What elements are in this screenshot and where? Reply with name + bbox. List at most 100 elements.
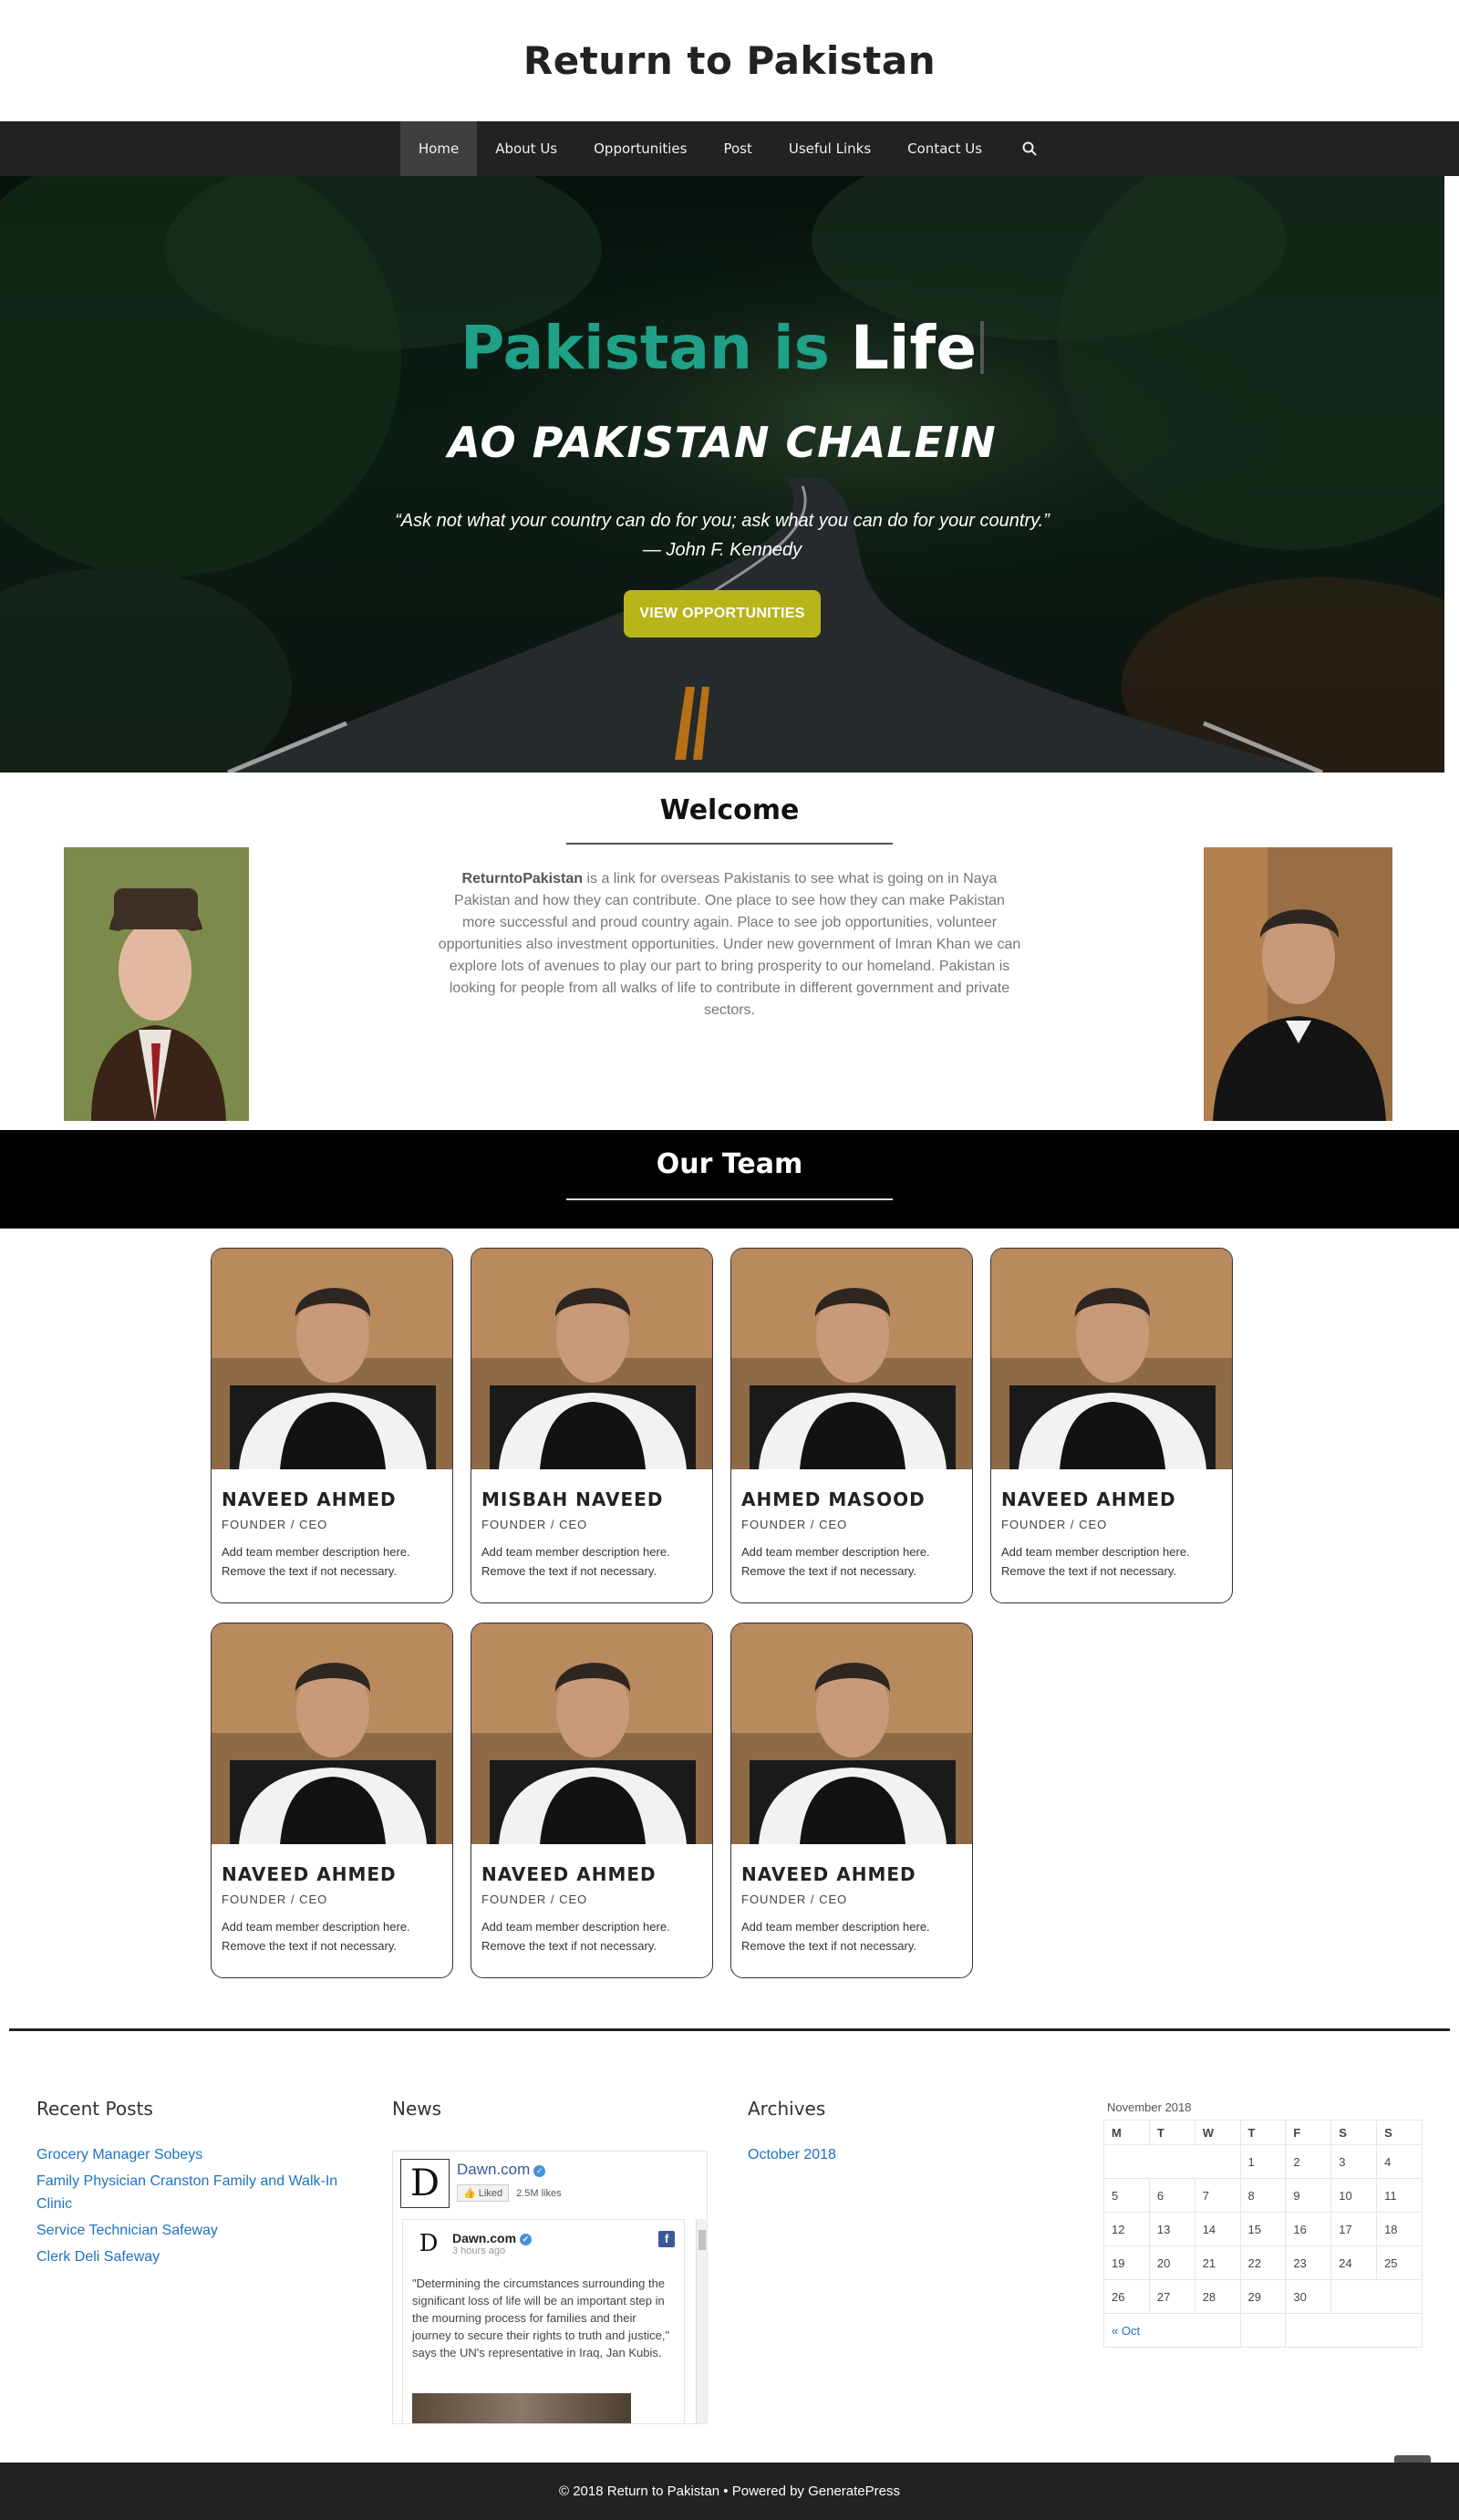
- calendar-day-header: T: [1148, 2120, 1195, 2145]
- team-member-description: Add team member description here. Remove…: [1001, 1545, 1190, 1578]
- hero-road-background-image: [0, 176, 1444, 773]
- team-member-name: NAVEED AHMED: [222, 1863, 397, 1885]
- calendar-day: 30: [1285, 2279, 1332, 2314]
- team-card[interactable]: NAVEED AHMED FOUNDER / CEO Add team memb…: [471, 1623, 713, 1978]
- footer-divider: [9, 2028, 1450, 2031]
- welcome-brand: ReturntoPakistan: [461, 871, 583, 887]
- calendar-day: 16: [1285, 2212, 1332, 2246]
- team-card[interactable]: AHMED MASOOD FOUNDER / CEO Add team memb…: [730, 1248, 973, 1603]
- typing-cursor: [980, 321, 985, 374]
- calendar-pad: [1285, 2313, 1423, 2348]
- jinnah-portrait-image: [64, 847, 249, 1121]
- hero-quote-text: “Ask not what your country can do for yo…: [395, 511, 1050, 531]
- team-member-description: Add team member description here. Remove…: [481, 1920, 670, 1953]
- team-member-name: NAVEED AHMED: [1001, 1488, 1176, 1510]
- team-card[interactable]: NAVEED AHMED FOUNDER / CEO Add team memb…: [211, 1623, 453, 1978]
- calendar-day: 28: [1194, 2279, 1241, 2314]
- calendar-day: 1: [1239, 2144, 1287, 2179]
- fb-scrollbar-thumb[interactable]: [698, 2230, 706, 2250]
- calendar-day-header: W: [1194, 2120, 1241, 2145]
- main-nav: Home About Us Opportunities Post Useful …: [0, 121, 1459, 176]
- calendar-day: 11: [1376, 2178, 1423, 2213]
- calendar-day: 19: [1103, 2245, 1150, 2280]
- calendar-day: 24: [1330, 2245, 1378, 2280]
- liked-button[interactable]: 👍 Liked: [457, 2184, 510, 2202]
- archive-link[interactable]: October 2018: [748, 2143, 1076, 2166]
- imran-khan-portrait-image: [1204, 847, 1392, 1121]
- team-member-role: FOUNDER / CEO: [741, 1893, 848, 1906]
- recent-post-link[interactable]: Grocery Manager Sobeys: [36, 2143, 365, 2166]
- archives-widget: Archives October 2018: [748, 2098, 1076, 2170]
- nav-item-contact-us[interactable]: Contact Us: [889, 121, 1000, 176]
- search-icon[interactable]: [1000, 121, 1059, 176]
- calendar-day: 22: [1239, 2245, 1287, 2280]
- team-banner: Our Team: [0, 1130, 1459, 1229]
- nav-item-useful-links[interactable]: Useful Links: [771, 121, 889, 176]
- nav-item-home[interactable]: Home: [399, 121, 478, 176]
- welcome-divider: [566, 843, 893, 845]
- welcome-body-text: is a link for overseas Pakistanis to see…: [438, 871, 1021, 1018]
- calendar-day: 6: [1148, 2178, 1195, 2213]
- team-member-photo: [212, 1623, 452, 1844]
- calendar-prev-link[interactable]: « Oct: [1103, 2313, 1241, 2348]
- team-card[interactable]: NAVEED AHMED FOUNDER / CEO Add team memb…: [990, 1248, 1233, 1603]
- team-member-photo: [991, 1249, 1232, 1469]
- calendar-day: 10: [1330, 2178, 1378, 2213]
- calendar-day: 7: [1194, 2178, 1241, 2213]
- team-member-name: AHMED MASOOD: [741, 1488, 926, 1510]
- calendar-day: 23: [1285, 2245, 1332, 2280]
- recent-post-link[interactable]: Clerk Deli Safeway: [36, 2245, 365, 2268]
- team-member-description: Add team member description here. Remove…: [481, 1545, 670, 1578]
- fb-page-name-text[interactable]: Dawn.com: [457, 2161, 530, 2178]
- dawn-logo-icon[interactable]: D: [400, 2159, 450, 2208]
- facebook-icon[interactable]: f: [658, 2231, 675, 2247]
- team-member-description: Add team member description here. Remove…: [741, 1545, 930, 1578]
- recent-posts-widget: Recent Posts Grocery Manager Sobeys Fami…: [36, 2098, 365, 2272]
- fb-post-author-text: Dawn.com: [452, 2231, 517, 2245]
- calendar-pad: [1103, 2144, 1241, 2179]
- view-opportunities-button[interactable]: VIEW OPPORTUNITIES: [624, 590, 821, 638]
- nav-item-about-us[interactable]: About Us: [477, 121, 575, 176]
- verified-badge-icon: ✓: [520, 2234, 533, 2245]
- fb-page-header: D Dawn.com ✓ 👍 Liked 2.5M likes: [393, 2152, 707, 2212]
- team-card[interactable]: NAVEED AHMED FOUNDER / CEO Add team memb…: [730, 1623, 973, 1978]
- nav-item-opportunities[interactable]: Opportunities: [575, 121, 705, 176]
- calendar-day: 18: [1376, 2212, 1423, 2246]
- recent-posts-title: Recent Posts: [36, 2098, 153, 2120]
- team-member-description: Add team member description here. Remove…: [222, 1545, 410, 1578]
- recent-post-link[interactable]: Family Physician Cranston Family and Wal…: [36, 2170, 365, 2215]
- site-header: Return to Pakistan: [0, 0, 1459, 121]
- nav-item-post[interactable]: Post: [705, 121, 770, 176]
- site-footer: © 2018 Return to Pakistan • Powered by G…: [0, 2463, 1459, 2520]
- calendar-day: 26: [1103, 2279, 1150, 2314]
- fb-scrollbar[interactable]: [696, 2219, 707, 2423]
- news-widget: News: [392, 2098, 708, 2143]
- calendar-pad: [1239, 2313, 1287, 2348]
- team-member-role: FOUNDER / CEO: [741, 1518, 848, 1531]
- fb-post-author: Dawn.com ✓: [452, 2231, 533, 2245]
- fb-post[interactable]: D Dawn.com ✓ 3 hours ago f "Determining t…: [402, 2219, 685, 2423]
- team-member-name: NAVEED AHMED: [222, 1488, 397, 1510]
- calendar-day-header: T: [1239, 2120, 1287, 2145]
- calendar-day: 13: [1148, 2212, 1195, 2246]
- calendar-day: 20: [1148, 2245, 1195, 2280]
- team-card[interactable]: MISBAH NAVEED FOUNDER / CEO Add team mem…: [471, 1248, 713, 1603]
- fb-post-image: [412, 2393, 631, 2423]
- team-card[interactable]: NAVEED AHMED FOUNDER / CEO Add team memb…: [211, 1248, 453, 1603]
- likes-count: 2.5M likes: [516, 2187, 562, 2199]
- fb-post-text: "Determining the circumstances surroundi…: [412, 2276, 670, 2359]
- calendar-day: 14: [1194, 2212, 1241, 2246]
- calendar-day-header: S: [1376, 2120, 1423, 2145]
- calendar-day: 15: [1239, 2212, 1287, 2246]
- fb-page-name[interactable]: Dawn.com ✓: [457, 2161, 562, 2179]
- site-title[interactable]: Return to Pakistan: [523, 38, 936, 83]
- hero-quote-author: — John F. Kennedy: [642, 540, 802, 560]
- calendar-day-header: F: [1285, 2120, 1332, 2145]
- footer-copyright: © 2018 Return to Pakistan • Powered by G…: [558, 2484, 900, 2499]
- calendar-caption: November 2018: [1107, 2100, 1192, 2114]
- recent-post-link[interactable]: Service Technician Safeway: [36, 2219, 365, 2242]
- hero-banner: Pakistan is Life AO PAKISTAN CHALEIN “As…: [0, 176, 1444, 773]
- hero-quote: “Ask not what your country can do for yo…: [0, 506, 1444, 565]
- team-member-role: FOUNDER / CEO: [481, 1893, 588, 1906]
- liked-button-label: Liked: [478, 2188, 503, 2199]
